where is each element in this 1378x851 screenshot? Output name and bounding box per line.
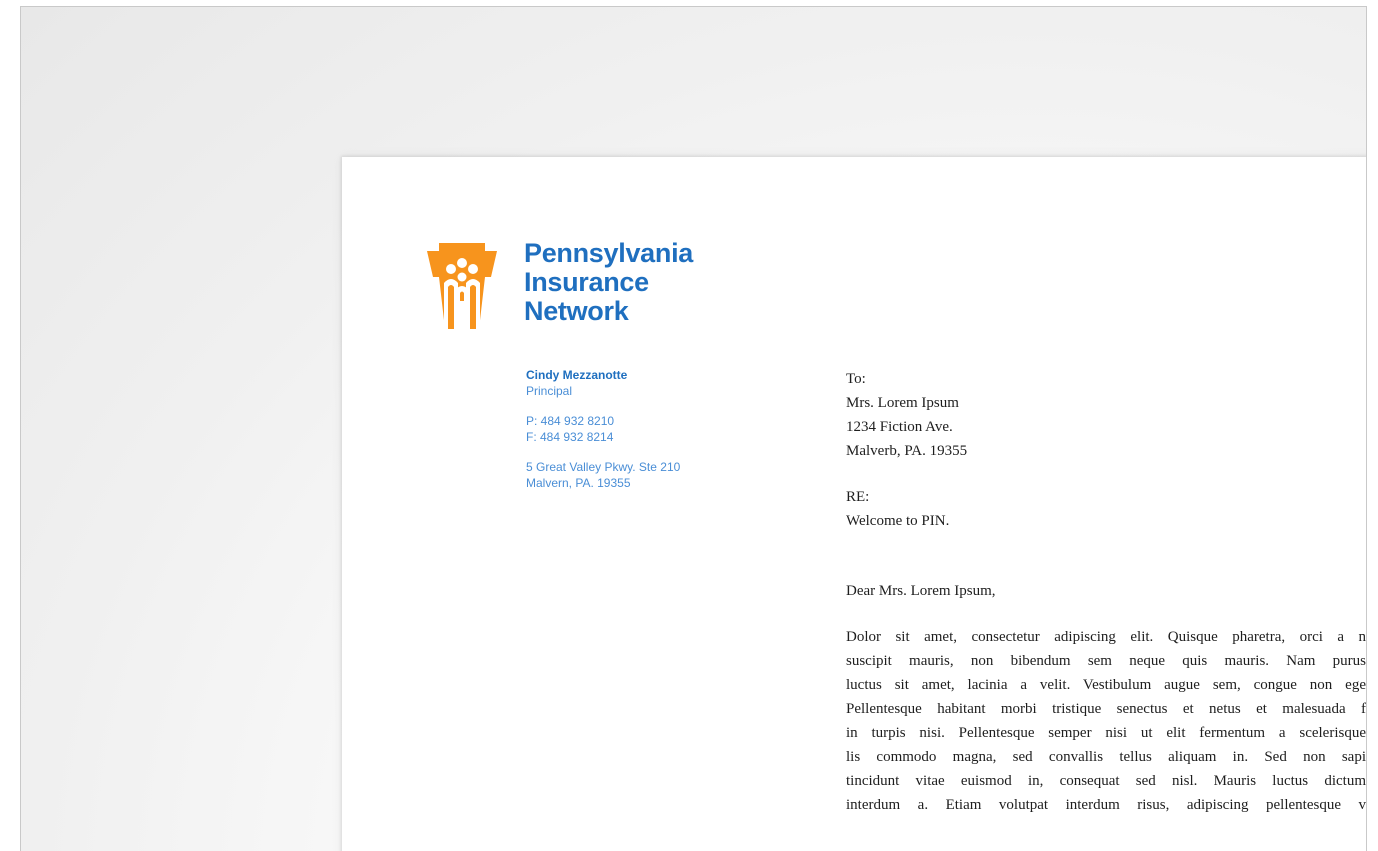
company-name-line-3: Network <box>524 296 629 326</box>
company-name: Pennsylvania Insurance Network <box>524 239 693 326</box>
re-block: RE: Welcome to PIN. <box>846 485 1366 533</box>
body-line: lis commodo magna, sed convallis tellus … <box>846 749 1366 765</box>
body-line: Pellentesque habitant morbi tristique se… <box>846 701 1366 717</box>
recipient-name: Mrs. Lorem Ipsum <box>846 395 959 411</box>
letter-body: Dolor sit amet, consectetur adipiscing e… <box>846 625 1366 817</box>
letterhead-page: Pennsylvania Insurance Network Cindy Mez… <box>342 157 1366 851</box>
body-line: luctus sit amet, lacinia a velit. Vestib… <box>846 677 1366 693</box>
letter-content: To: Mrs. Lorem Ipsum 1234 Fiction Ave. M… <box>846 367 1366 817</box>
sender-phone: P: 484 932 8210 <box>526 414 615 428</box>
sender-fax: F: 484 932 8214 <box>526 430 614 444</box>
body-line: Dolor sit amet, consectetur adipiscing e… <box>846 629 1366 645</box>
re-label: RE: <box>846 489 870 505</box>
salutation: Dear Mrs. Lorem Ipsum, <box>846 583 996 599</box>
sender-contact-block: Cindy Mezzanotte Principal P: 484 932 82… <box>526 367 766 491</box>
re-subject: Welcome to PIN. <box>846 513 950 529</box>
sender-title: Principal <box>526 384 573 398</box>
keystone-people-icon <box>427 243 497 329</box>
company-name-line-1: Pennsylvania <box>524 238 693 268</box>
recipient-block: To: Mrs. Lorem Ipsum 1234 Fiction Ave. M… <box>846 367 1366 463</box>
sender-address-line-2: Malvern, PA. 19355 <box>526 476 631 490</box>
sender-name: Cindy Mezzanotte <box>526 368 628 382</box>
body-line: tincidunt vitae euismod in, consequat se… <box>846 773 1366 789</box>
presentation-backdrop: Pennsylvania Insurance Network Cindy Mez… <box>20 6 1367 851</box>
body-line: suscipit mauris, non bibendum sem neque … <box>846 653 1366 669</box>
recipient-street: 1234 Fiction Ave. <box>846 419 953 435</box>
company-name-line-2: Insurance <box>524 267 649 297</box>
body-line: interdum a. Etiam volutpat interdum risu… <box>846 797 1366 813</box>
to-label: To: <box>846 371 866 387</box>
company-logo: Pennsylvania Insurance Network <box>427 239 727 339</box>
body-line: in turpis nisi. Pellentesque semper nisi… <box>846 725 1366 741</box>
recipient-city: Malverb, PA. 19355 <box>846 443 968 459</box>
sender-address-line-1: 5 Great Valley Pkwy. Ste 210 <box>526 460 681 474</box>
